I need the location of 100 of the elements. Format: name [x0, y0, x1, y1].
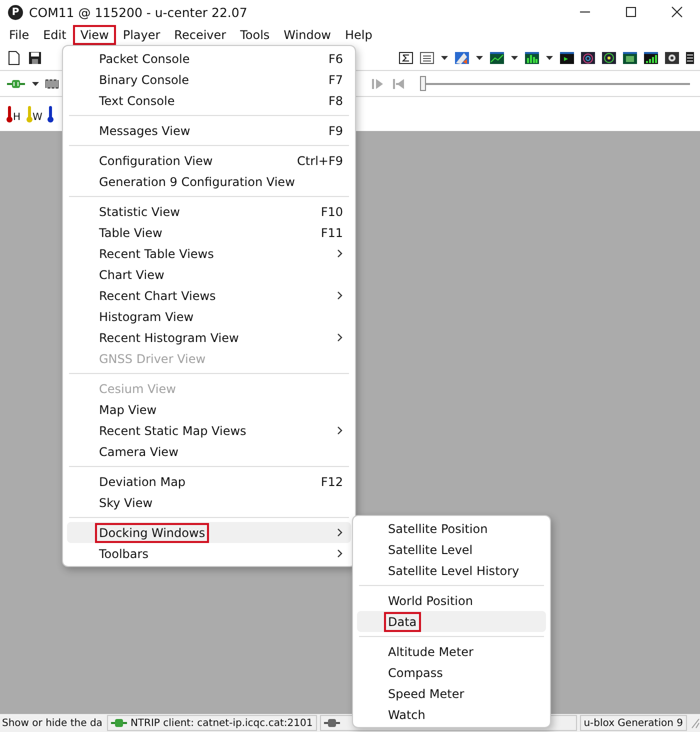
menu-item[interactable]: Watch [357, 704, 546, 725]
map-icon[interactable] [454, 50, 470, 66]
menu-item[interactable]: Toolbars [67, 543, 351, 564]
menu-item[interactable]: Altitude Meter [357, 641, 546, 662]
app-logo: P [8, 4, 23, 20]
shortcut-label: F8 [328, 94, 343, 108]
console-window-icon[interactable] [559, 50, 575, 66]
menu-item[interactable]: Satellite Position [357, 518, 546, 539]
shortcut-label: F12 [320, 474, 343, 488]
menu-item-label: Compass [387, 664, 444, 682]
menu-bar-item[interactable]: Tools [233, 25, 277, 45]
shortcut-label: Ctrl+F9 [297, 154, 343, 168]
shortcut-label: F7 [328, 72, 343, 86]
sensor-letter: H [13, 113, 21, 123]
menu-item-label: Histogram View [98, 308, 195, 326]
menu-item-label: Packet Console [98, 50, 191, 68]
menu-item-label: Generation 9 Configuration View [98, 174, 296, 190]
shortcut-label: F11 [320, 226, 343, 240]
line-chart-icon[interactable] [489, 50, 505, 66]
menu-item[interactable]: Packet Console F6 [67, 48, 351, 69]
menu-item-label: Data [384, 612, 421, 632]
menu-bar-item[interactable]: File [2, 25, 36, 45]
menu-item-label: Satellite Position [387, 520, 489, 538]
receiver-status: u-blox Generation 9 [584, 718, 683, 728]
menu-item[interactable]: Compass [357, 662, 546, 683]
menu-item-label: Satellite Level History [387, 562, 520, 580]
shortcut-label: F10 [320, 204, 343, 218]
menu-item[interactable]: Text Console F8 [67, 90, 351, 111]
menu-item-label: Table View [98, 224, 164, 242]
menu-item[interactable]: Recent Table Views [67, 243, 351, 264]
menu-item-label: Statistic View [98, 204, 181, 220]
menu-item-label: Altitude Meter [387, 644, 474, 660]
menu-item[interactable]: Binary Console F7 [67, 69, 351, 90]
grid-view-icon[interactable] [622, 50, 638, 66]
menu-item[interactable]: Sky View [67, 492, 351, 513]
bar-chart-icon[interactable] [524, 50, 540, 66]
shortcut-label: F6 [328, 52, 343, 66]
thermometer-icon[interactable] [47, 105, 54, 123]
menu-item[interactable]: Recent Chart Views [67, 285, 351, 306]
resize-grip-icon[interactable] [690, 717, 700, 729]
slider-thumb[interactable] [420, 76, 426, 90]
menu-item-label: Configuration View [98, 152, 214, 170]
menu-item-label: Docking Windows [95, 522, 210, 542]
menu-item-label: Text Console [98, 92, 176, 110]
thermometer-icon[interactable] [6, 105, 13, 123]
menu-item[interactable]: Data [357, 611, 546, 632]
menu-item[interactable]: Recent Histogram View [67, 327, 351, 348]
menu-item-label: Camera View [98, 444, 180, 460]
menu-item-label: Toolbars [98, 546, 150, 562]
menu-item[interactable]: Deviation Map F12 [67, 471, 351, 492]
menu-item-label: Recent Static Map Views [98, 422, 248, 440]
menu-item-label: Recent Histogram View [98, 330, 240, 346]
sensor-letter: W [32, 113, 42, 123]
sigma-icon[interactable] [398, 50, 414, 66]
menu-bar-item[interactable]: Receiver [167, 25, 234, 45]
menu-item-label: Cesium View [98, 380, 177, 398]
menu-item-label: Speed Meter [387, 686, 466, 702]
new-document-icon[interactable] [6, 50, 22, 66]
menu-item-label: Messages View [98, 122, 192, 140]
menu-item-label: Satellite Level [387, 542, 474, 558]
menu-item[interactable]: Table View F11 [67, 222, 351, 243]
menu-item[interactable]: Messages View F9 [67, 120, 351, 141]
menu-item-label: Binary Console [98, 72, 190, 88]
signal-bars-icon[interactable] [643, 50, 659, 66]
radar-icon[interactable] [580, 50, 596, 66]
menu-item[interactable]: Recent Static Map Views [67, 420, 351, 441]
menu-item-label: World Position [387, 592, 474, 610]
menu-item-label: Deviation Map [98, 474, 187, 490]
menu-bar-item[interactable]: Window [276, 25, 338, 45]
menu-item-label: Sky View [98, 494, 154, 512]
connector-icon[interactable] [324, 717, 340, 729]
menu-item[interactable]: Histogram View [67, 306, 351, 327]
menu-item[interactable]: Speed Meter [357, 683, 546, 704]
status-hint: Show or hide the da [2, 718, 102, 728]
list-window-icon[interactable] [685, 50, 694, 66]
menu-item[interactable]: Camera View [67, 441, 351, 462]
menu-bar-item[interactable]: Edit [36, 25, 74, 45]
window-title: COM11 @ 115200 - u-center 22.07 [29, 4, 248, 20]
menu-item-label: Recent Table Views [98, 246, 215, 262]
table-icon[interactable] [419, 50, 435, 66]
menu-bar-item[interactable]: View [73, 25, 116, 45]
connector-icon[interactable] [111, 717, 128, 729]
menu-item-label: GNSS Driver View [98, 350, 207, 368]
menu-item[interactable]: Chart View [67, 264, 351, 285]
menu-item[interactable]: Satellite Level [357, 539, 546, 560]
menu-item-label: Watch [387, 706, 426, 724]
menu-item-label: Chart View [98, 266, 166, 284]
menu-item[interactable]: Map View [67, 399, 351, 420]
menu-item[interactable]: World Position [357, 590, 546, 611]
menu-item[interactable]: Docking Windows [67, 522, 351, 543]
menu-item[interactable]: Statistic View F10 [67, 201, 351, 222]
ntrip-status: NTRIP client: catnet-ip.icqc.cat:2101 [130, 718, 313, 728]
menu-item[interactable]: Generation 9 Configuration View [67, 171, 351, 192]
menu-item[interactable]: Satellite Level History [357, 560, 546, 581]
playback-slider[interactable] [420, 76, 690, 92]
menu-bar-item[interactable]: Help [338, 25, 380, 45]
menu-bar-item[interactable]: Player [116, 25, 168, 45]
menu-item-label: Recent Chart Views [98, 288, 217, 304]
menu-item[interactable]: Configuration View Ctrl+F9 [67, 150, 351, 171]
menu-item-label: Map View [98, 402, 158, 418]
